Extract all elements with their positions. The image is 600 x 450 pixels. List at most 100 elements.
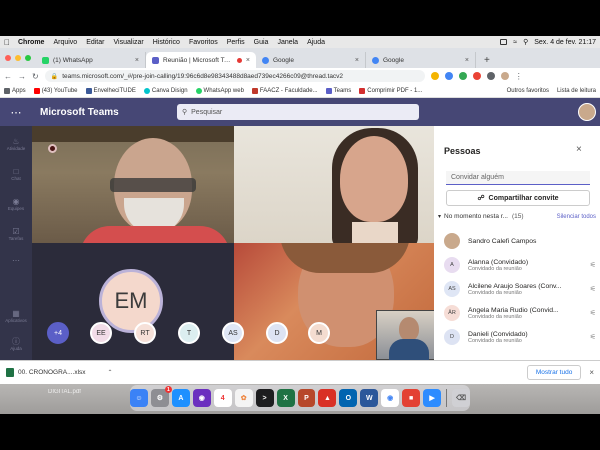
terminal-icon[interactable]: > — [255, 389, 274, 407]
menu-item-janela[interactable]: Janela — [277, 39, 298, 46]
participant-row[interactable]: AS Alcilene Araujo Soares (Conv... Convi… — [444, 278, 596, 300]
roster-chip[interactable]: AS — [222, 322, 244, 344]
extension-icon[interactable] — [444, 72, 453, 80]
trash-icon[interactable]: ⌫ — [452, 389, 470, 407]
system-preferences-icon[interactable]: ⚙ 1 — [150, 386, 172, 407]
rail-item-equipes[interactable]: ◉ Equipes — [0, 192, 32, 216]
rail-item-atividade[interactable]: ♨ Atividade — [0, 132, 32, 156]
video-tile-participant-1[interactable] — [32, 126, 234, 243]
app-launcher-icon[interactable]: ⋯ — [0, 98, 32, 126]
finder-icon[interactable]: ☺ — [130, 389, 148, 407]
participant-row[interactable]: D Danieli (Convidado) Convidado da reuni… — [444, 326, 596, 348]
close-icon[interactable]: × — [589, 368, 594, 377]
tab-teams-meeting[interactable]: Reunião | Microsoft Teams × — [146, 52, 256, 68]
bookmark-youtube[interactable]: (43) YouTube — [33, 87, 78, 94]
close-tab-icon[interactable]: × — [135, 57, 139, 64]
close-icon[interactable]: × — [576, 144, 582, 155]
close-tab-icon[interactable]: × — [465, 57, 469, 64]
bookmark-faacz[interactable]: FAACZ - Faculdade... — [251, 87, 318, 94]
extension-icon[interactable] — [458, 72, 467, 80]
bookmark-apps[interactable]: Apps — [4, 87, 26, 94]
roster-chip[interactable]: EE — [90, 322, 112, 344]
photos-icon[interactable]: ✿ — [234, 389, 253, 407]
roster-chip[interactable]: RT — [134, 322, 156, 344]
participant-row[interactable]: ÂR Ângela Maria Rudio (Convid... Convida… — [444, 302, 596, 324]
extensions-puzzle-icon[interactable] — [486, 72, 495, 80]
reload-icon[interactable]: ↻ — [32, 72, 39, 81]
mute-all-button[interactable]: Silenciar todos — [557, 214, 596, 220]
rail-item-aplicativos[interactable]: ▦ Aplicativos — [0, 304, 32, 328]
office-icon[interactable]: ■ — [402, 389, 421, 407]
video-tile-participant-2[interactable] — [234, 126, 434, 243]
bookmark-teams[interactable]: Teams — [325, 87, 351, 94]
powerpoint-icon[interactable]: P — [297, 389, 316, 407]
apple-icon[interactable]:  — [4, 38, 10, 47]
zoom-window-icon[interactable] — [25, 55, 31, 61]
in-meeting-section[interactable]: ▾ No momento nesta r... (15) Silenciar t… — [438, 213, 596, 220]
tab-google-1[interactable]: Google × — [256, 52, 366, 68]
url-field[interactable]: 🔒 teams.microsoft.com/_#/pre-join-callin… — [44, 70, 425, 82]
menu-item-editar[interactable]: Editar — [86, 39, 104, 46]
mic-off-icon[interactable]: ⚟ — [590, 309, 596, 317]
rail-item-chat[interactable]: □ Chat — [0, 162, 32, 186]
search-spotlight-icon[interactable]: ⚲ — [523, 38, 528, 46]
battery-icon[interactable] — [500, 39, 508, 45]
reading-list[interactable]: Lista de leitura — [557, 88, 596, 94]
search-input[interactable]: ⚲ Pesquisar — [177, 104, 419, 120]
download-item[interactable]: 00. CRONOGRA....xlsx ⌃ — [6, 368, 113, 377]
more-apps-icon[interactable]: ⋯ — [0, 248, 32, 272]
chevron-up-icon[interactable]: ⌃ — [108, 369, 113, 376]
siri-icon[interactable]: ◉ — [192, 389, 211, 407]
rail-item-tarefas[interactable]: ☑ Tarefas — [0, 222, 32, 246]
roster-more-chip[interactable]: +4 — [47, 322, 69, 344]
lock-icon[interactable]: 🔒 — [51, 73, 58, 80]
profile-avatar[interactable] — [500, 72, 509, 80]
menu-item-ajuda[interactable]: Ajuda — [307, 39, 325, 46]
avatar[interactable] — [578, 103, 596, 121]
other-bookmarks[interactable]: Outros favoritos — [507, 88, 549, 94]
extension-icon[interactable] — [472, 72, 481, 80]
menu-item-visualizar[interactable]: Visualizar — [113, 39, 143, 46]
bookmark-comprimir-pdf[interactable]: Comprimir PDF - 1... — [359, 87, 422, 94]
bookmark-envelhecitude[interactable]: EnvelheciTUDE — [85, 87, 136, 94]
tab-whatsapp[interactable]: (1) WhatsApp × — [36, 52, 146, 68]
back-icon[interactable]: ← — [4, 72, 12, 81]
acrobat-icon[interactable]: ▲ — [318, 389, 337, 407]
menu-item-arquivo[interactable]: Arquivo — [53, 39, 77, 46]
outlook-icon[interactable]: O — [339, 389, 358, 407]
menu-app[interactable]: Chrome — [18, 39, 44, 46]
menu-item-historico[interactable]: Histórico — [153, 39, 180, 46]
close-window-icon[interactable] — [5, 55, 11, 61]
tab-google-2[interactable]: Google × — [366, 52, 476, 68]
close-tab-icon[interactable]: × — [355, 57, 359, 64]
participant-row[interactable]: Sandro Calefi Campos — [444, 230, 596, 252]
roster-chip[interactable]: D — [266, 322, 288, 344]
close-tab-icon[interactable]: × — [246, 57, 250, 64]
show-all-button[interactable]: Mostrar tudo — [526, 365, 582, 380]
app-store-icon[interactable]: A — [171, 389, 190, 407]
roster-chip[interactable]: M — [308, 322, 330, 344]
minimize-window-icon[interactable] — [15, 55, 21, 61]
participant-row[interactable]: A Alanna (Convidado) Convidado da reuniã… — [444, 254, 596, 276]
self-view-video[interactable] — [376, 310, 434, 360]
rail-item-ajuda[interactable]: ⓘ Ajuda — [0, 332, 32, 356]
desktop-file-label[interactable]: DIGITAL.pdf — [48, 389, 81, 395]
mic-off-icon[interactable]: ⚟ — [590, 261, 596, 269]
excel-icon[interactable]: X — [276, 389, 295, 407]
new-tab-icon[interactable]: + — [476, 55, 498, 68]
mic-off-icon[interactable]: ⚟ — [590, 333, 596, 341]
zoom-icon[interactable]: ▶ — [423, 389, 442, 407]
forward-icon[interactable]: → — [18, 72, 26, 81]
menu-item-perfis[interactable]: Perfis — [227, 39, 245, 46]
menu-item-favoritos[interactable]: Favoritos — [189, 39, 218, 46]
clock-text[interactable]: Sex. 4 de fev. 21:17 — [534, 39, 596, 46]
bookmark-whatsapp[interactable]: WhatsApp web — [195, 87, 244, 94]
bookmark-canva[interactable]: Canva Disign — [143, 87, 188, 94]
mic-off-icon[interactable]: ⚟ — [590, 285, 596, 293]
word-icon[interactable]: W — [360, 389, 379, 407]
chrome-icon[interactable]: ◉ — [381, 389, 400, 407]
more-menu-icon[interactable]: ⋮ — [515, 72, 523, 81]
roster-chip[interactable]: T — [178, 322, 200, 344]
share-invite-button[interactable]: ☍ Compartilhar convite — [446, 190, 590, 206]
calendar-icon[interactable]: 4 — [213, 389, 232, 407]
